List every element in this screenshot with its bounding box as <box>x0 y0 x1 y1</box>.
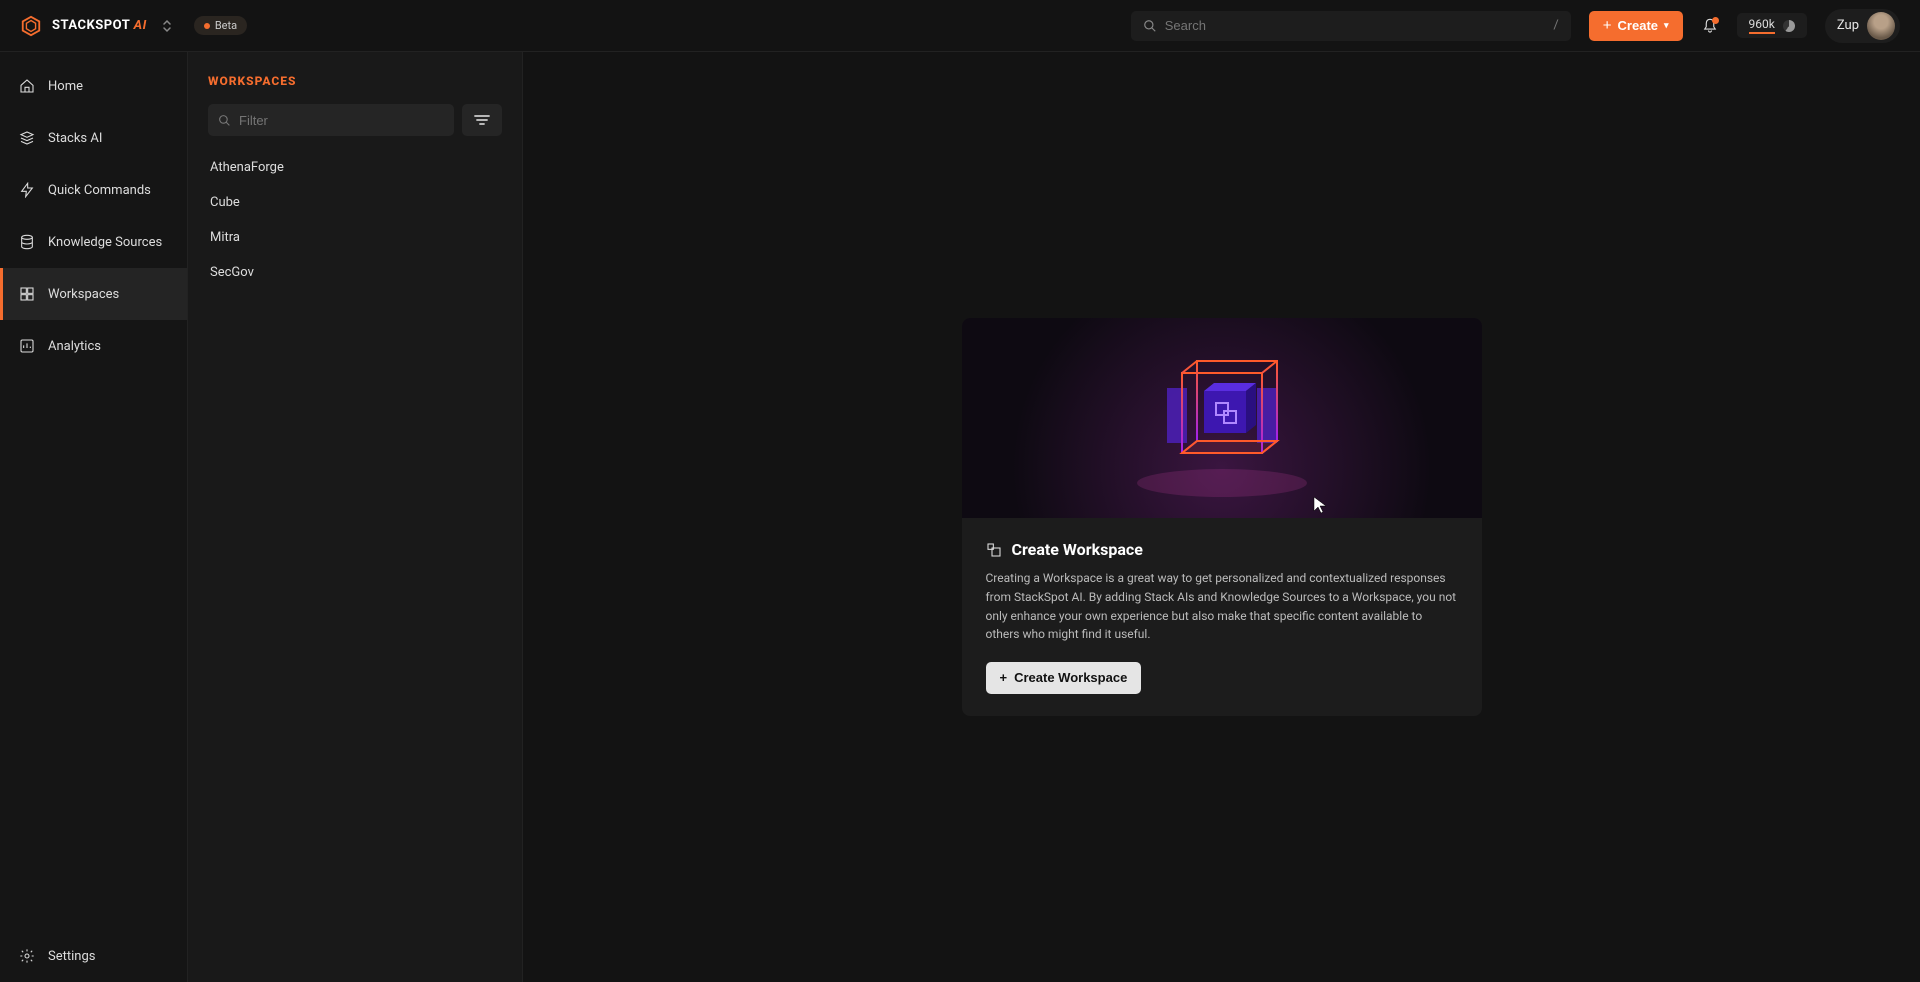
nav-item-label: Stacks AI <box>48 131 102 146</box>
empty-state-title: Create Workspace <box>1012 540 1143 559</box>
stacks-icon <box>18 130 36 146</box>
token-balance[interactable]: 960k <box>1737 13 1807 38</box>
search-shortcut-hint: / <box>1553 18 1558 33</box>
search-icon <box>218 114 231 127</box>
workspace-list-panel: WORKSPACES AthenaForge Cube Mitra SecGov <box>188 52 523 982</box>
nav-item-knowledge-sources[interactable]: Knowledge Sources <box>0 216 187 268</box>
home-icon <box>18 78 36 94</box>
gear-icon <box>18 948 36 964</box>
empty-state-card: Create Workspace Creating a Workspace is… <box>962 318 1482 715</box>
create-workspace-button[interactable]: + Create Workspace <box>986 662 1142 694</box>
plus-icon: + <box>1603 18 1612 33</box>
create-button[interactable]: + Create ▾ <box>1589 11 1683 41</box>
workspaces-icon <box>986 542 1002 558</box>
beta-badge: Beta <box>194 16 247 35</box>
nav-item-label: Knowledge Sources <box>48 235 162 250</box>
brand-logo-icon <box>20 15 42 37</box>
nav-item-label: Settings <box>48 949 95 964</box>
nav-item-label: Home <box>48 79 83 94</box>
brand-switcher-icon[interactable] <box>162 19 172 33</box>
nav-item-home[interactable]: Home <box>0 60 187 112</box>
filter-options-button[interactable] <box>462 104 502 136</box>
brand-name: STACKSPOT AI <box>52 18 147 33</box>
workspace-item[interactable]: Cube <box>208 185 502 220</box>
logo-area[interactable]: STACKSPOT AI Beta <box>20 15 247 37</box>
empty-state-description: Creating a Workspace is a great way to g… <box>986 569 1458 643</box>
nav-item-workspaces[interactable]: Workspaces <box>0 268 187 320</box>
notification-dot-icon <box>1712 17 1719 24</box>
workspace-item[interactable]: SecGov <box>208 255 502 290</box>
filter-lines-icon <box>474 114 490 126</box>
analytics-icon <box>18 338 36 354</box>
database-icon <box>18 234 36 250</box>
bolt-icon <box>18 182 36 198</box>
workspace-item[interactable]: AthenaForge <box>208 150 502 185</box>
avatar <box>1867 12 1895 40</box>
beta-dot-icon <box>204 23 210 29</box>
app-header: STACKSPOT AI Beta / + Create ▾ 960k <box>0 0 1920 52</box>
nav-item-settings[interactable]: Settings <box>0 930 187 982</box>
nav-item-stacks-ai[interactable]: Stacks AI <box>0 112 187 164</box>
global-search[interactable]: / <box>1131 11 1571 41</box>
search-input[interactable] <box>1165 18 1546 33</box>
user-label: Zup <box>1837 18 1859 33</box>
nav-item-quick-commands[interactable]: Quick Commands <box>0 164 187 216</box>
workspace-filter[interactable] <box>208 104 454 136</box>
panel-title: WORKSPACES <box>208 74 502 88</box>
nav-item-label: Analytics <box>48 339 101 354</box>
nav-item-label: Workspaces <box>48 287 119 302</box>
brand-suffix: AI <box>134 18 147 33</box>
filter-input[interactable] <box>239 113 444 128</box>
token-usage-icon <box>1783 20 1795 32</box>
nav-item-analytics[interactable]: Analytics <box>0 320 187 372</box>
plus-icon: + <box>1000 670 1008 685</box>
notifications-button[interactable] <box>1701 17 1719 35</box>
chevron-down-icon: ▾ <box>1664 20 1669 31</box>
main-content: Create Workspace Creating a Workspace is… <box>523 52 1920 982</box>
user-menu[interactable]: Zup <box>1825 9 1900 43</box>
primary-nav: Home Stacks AI Quick Commands Knowledge … <box>0 52 188 982</box>
search-icon <box>1143 19 1157 33</box>
workspace-item[interactable]: Mitra <box>208 220 502 255</box>
card-hero-image <box>962 318 1482 518</box>
nav-item-label: Quick Commands <box>48 183 151 198</box>
workspaces-icon <box>18 286 36 302</box>
